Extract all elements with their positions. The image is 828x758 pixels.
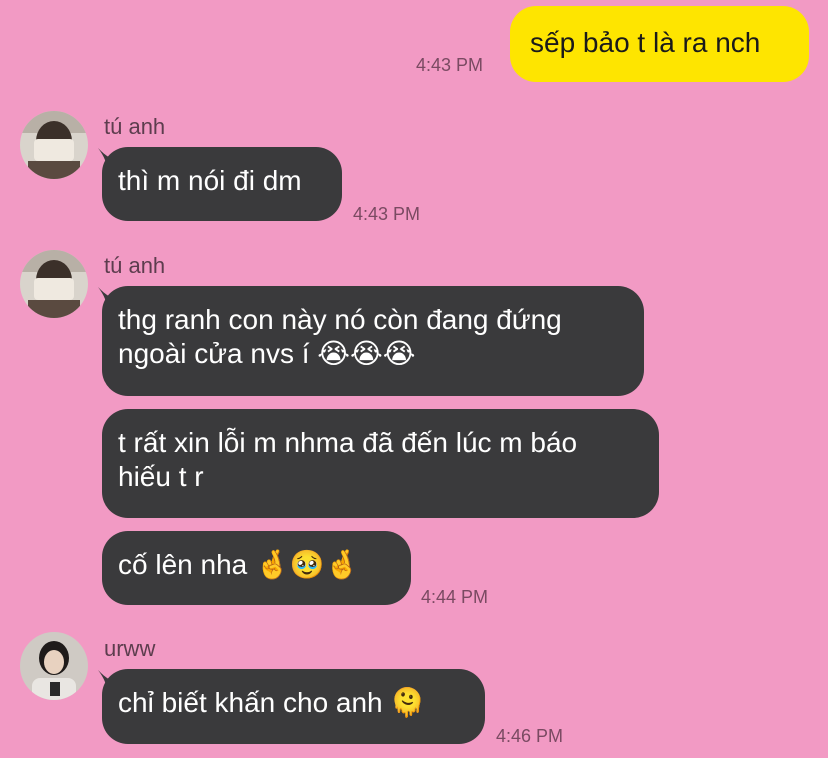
- message-time: 4:43 PM: [353, 204, 421, 224]
- message-bubble-incoming[interactable]: thg ranh con này nó còn đang đứng ngoài …: [102, 286, 644, 396]
- chat-thread: sếp bảo t là ra nch 4:43 PM tú anh thì m…: [0, 0, 828, 758]
- avatar[interactable]: [20, 632, 88, 700]
- message-bubble-incoming[interactable]: cố lên nha 🤞🥹🤞: [102, 531, 411, 605]
- avatar[interactable]: [20, 250, 88, 318]
- message-bubble-incoming[interactable]: thì m nói đi dm: [102, 147, 342, 221]
- avatar-photo-icon: [20, 111, 88, 179]
- sender-name: tú anh: [104, 114, 166, 139]
- sender-name: urww: [104, 636, 156, 661]
- avatar-photo-icon: [20, 632, 88, 700]
- sender-name: tú anh: [104, 253, 166, 278]
- avatar[interactable]: [20, 111, 88, 179]
- message-bubble-incoming[interactable]: t rất xin lỗi m nhma đã đến lúc m báo hi…: [102, 409, 659, 518]
- message-bubble-incoming[interactable]: chỉ biết khấn cho anh 🫠: [102, 669, 485, 744]
- message-time: 4:46 PM: [496, 726, 564, 746]
- message-time: 4:43 PM: [416, 55, 484, 75]
- avatar-photo-icon: [20, 250, 88, 318]
- message-bubble-outgoing[interactable]: sếp bảo t là ra nch: [510, 6, 809, 82]
- message-time: 4:44 PM: [421, 587, 489, 607]
